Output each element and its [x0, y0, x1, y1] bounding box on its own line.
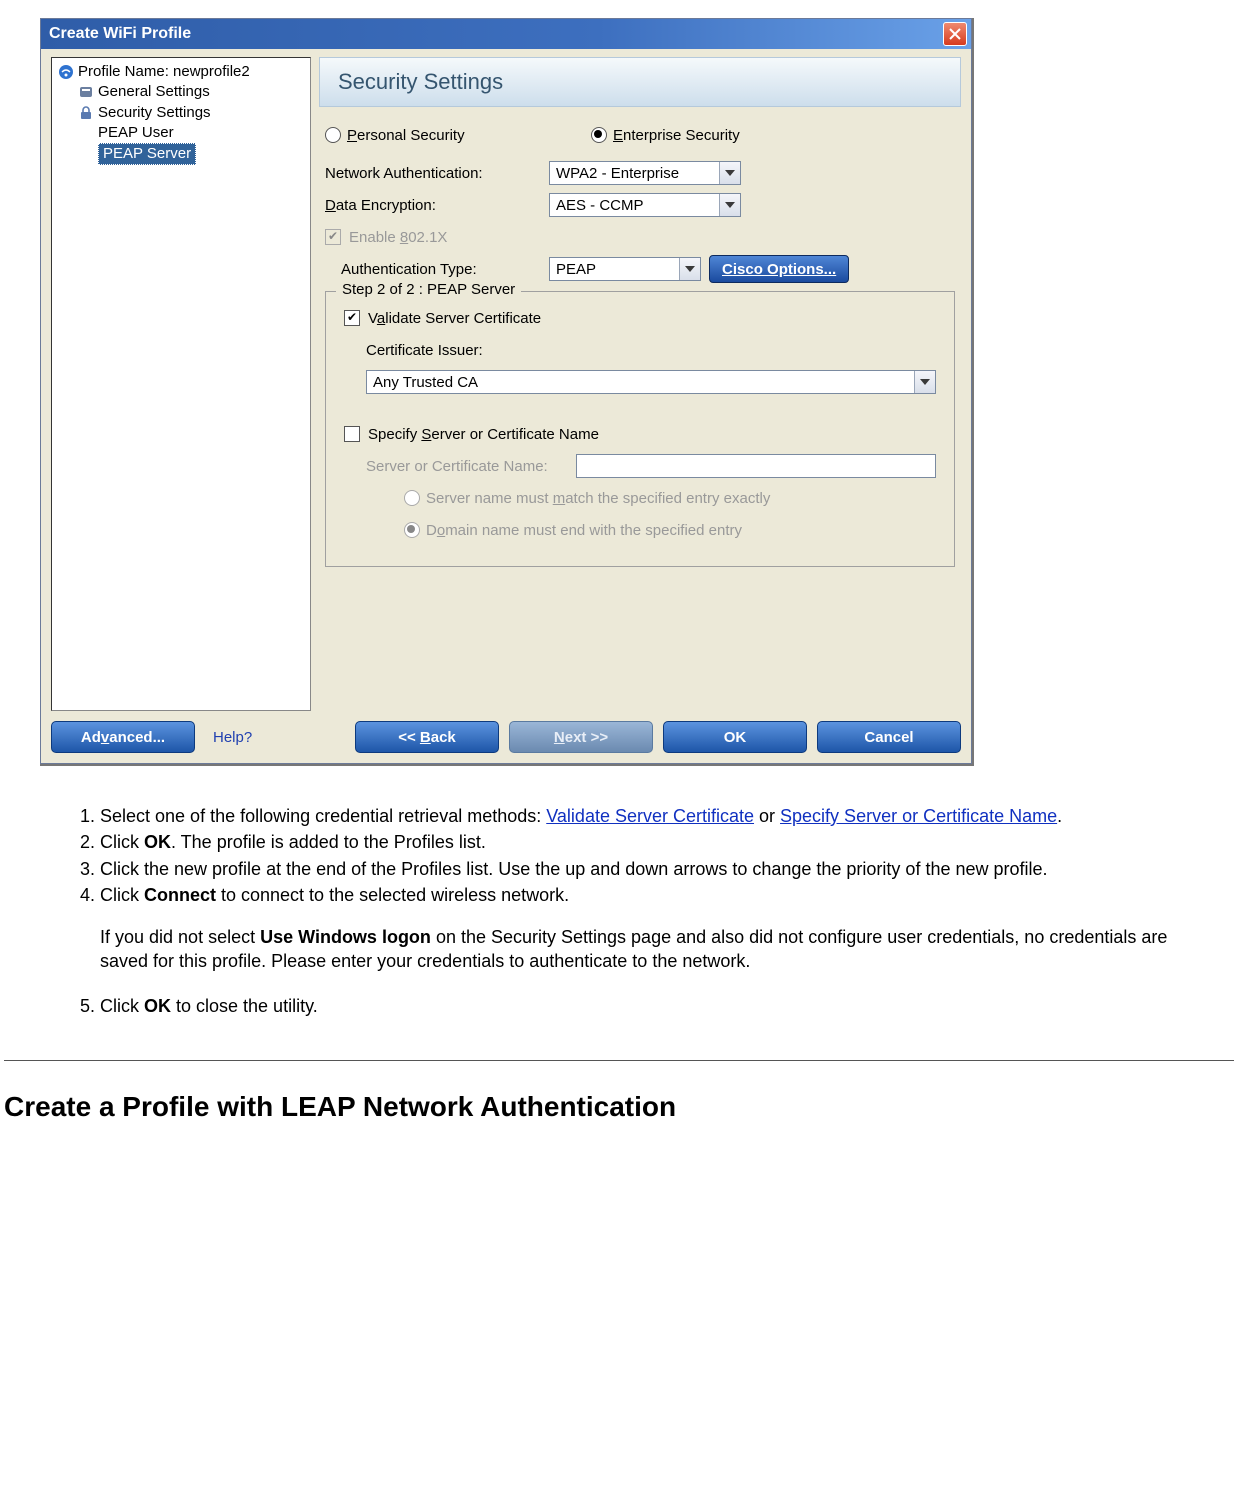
auth-type-select[interactable]: PEAP	[549, 257, 701, 281]
select-value: WPA2 - Enterprise	[550, 165, 719, 182]
personal-security-label: PPersonal Securityersonal Security	[347, 127, 591, 144]
match-suffix-label: Domain name must end with the specified …	[426, 522, 742, 539]
tree-label: PEAP User	[98, 123, 174, 143]
settings-pane: Security Settings PPersonal Securityerso…	[319, 57, 961, 711]
next-button: Next >>	[509, 721, 653, 753]
network-auth-label: Network Authentication:	[325, 165, 549, 182]
settings-icon	[78, 84, 94, 100]
auth-type-label: Authentication Type:	[325, 261, 549, 278]
group-legend: Step 2 of 2 : PEAP Server	[336, 281, 521, 298]
select-value: Any Trusted CA	[367, 374, 914, 391]
tree-peap-server[interactable]: PEAP Server	[52, 143, 310, 165]
tree-label-selected: PEAP Server	[98, 143, 196, 165]
match-exact-radio	[404, 490, 420, 506]
instruction-3: Click the new profile at the end of the …	[100, 857, 1208, 883]
back-button[interactable]: << Back	[355, 721, 499, 753]
network-auth-select[interactable]: WPA2 - Enterprise	[549, 161, 741, 185]
button-label: << Back	[398, 729, 456, 746]
specify-server-label: Specify Server or Certificate Name	[368, 426, 599, 443]
match-suffix-radio	[404, 522, 420, 538]
match-exact-label: Server name must match the specified ent…	[426, 490, 770, 507]
instruction-4: Click Connect to connect to the selected…	[100, 883, 1208, 976]
cert-issuer-label: Certificate Issuer:	[366, 342, 483, 359]
chevron-down-icon	[914, 371, 935, 393]
select-value: AES - CCMP	[550, 197, 719, 214]
tree-peap-user[interactable]: PEAP User	[52, 123, 310, 143]
enterprise-security-label: Enterprise Security	[613, 127, 750, 144]
validate-cert-label: Validate Server Certificate	[368, 310, 541, 327]
wifi-icon	[58, 64, 74, 80]
cancel-button[interactable]: Cancel	[817, 721, 961, 753]
profile-tree[interactable]: Profile Name: newprofile2 General Settin…	[51, 57, 311, 711]
tree-label: Profile Name: newprofile2	[78, 62, 250, 82]
ok-button[interactable]: OK	[663, 721, 807, 753]
validate-cert-link[interactable]: Validate Server Certificate	[546, 806, 754, 826]
select-value: PEAP	[550, 261, 679, 278]
close-button[interactable]	[943, 22, 967, 46]
chevron-down-icon	[679, 258, 700, 280]
validate-cert-checkbox[interactable]	[344, 310, 360, 326]
lock-icon	[78, 105, 94, 121]
specify-server-link[interactable]: Specify Server or Certificate Name	[780, 806, 1057, 826]
cisco-options-button[interactable]: Cisco Options...	[709, 255, 849, 283]
advanced-button[interactable]: Advanced...	[51, 721, 195, 753]
pane-title: Security Settings	[338, 69, 503, 95]
peap-server-group: Step 2 of 2 : PEAP Server Validate Serve…	[325, 291, 955, 567]
tree-label: General Settings	[98, 82, 210, 102]
personal-security-radio[interactable]	[325, 127, 341, 143]
button-label: Cisco Options...	[722, 261, 836, 278]
button-label: Cancel	[864, 729, 913, 746]
server-name-input	[576, 454, 936, 478]
help-link[interactable]: Help?	[213, 729, 252, 746]
chevron-down-icon	[719, 162, 740, 184]
enable-8021x-label: Enable 802.1X	[349, 229, 447, 246]
data-encryption-select[interactable]: AES - CCMP	[549, 193, 741, 217]
create-wifi-profile-dialog: Create WiFi Profile Profile Name: newpro…	[40, 18, 972, 764]
button-label: OK	[724, 729, 747, 746]
section-heading: Create a Profile with LEAP Network Authe…	[0, 1061, 1238, 1123]
tree-label: Security Settings	[98, 103, 211, 123]
instruction-5: Click OK to close the utility.	[100, 994, 1208, 1020]
tree-general-settings[interactable]: General Settings	[52, 82, 310, 102]
titlebar: Create WiFi Profile	[41, 19, 971, 49]
dialog-footer: Advanced... Help? << Back Next >> OK Can…	[51, 721, 961, 753]
close-icon	[949, 28, 961, 40]
instruction-2: Click OK. The profile is added to the Pr…	[100, 830, 1208, 856]
tree-profile-root[interactable]: Profile Name: newprofile2	[52, 62, 310, 82]
enterprise-security-radio[interactable]	[591, 127, 607, 143]
enable-8021x-checkbox	[325, 229, 341, 245]
data-encryption-label: Data Encryption:	[325, 197, 549, 214]
tree-security-settings[interactable]: Security Settings	[52, 103, 310, 123]
cert-issuer-select[interactable]: Any Trusted CA	[366, 370, 936, 394]
pane-header: Security Settings	[319, 57, 961, 107]
instructions: Select one of the following credential r…	[0, 764, 1238, 1020]
instruction-1: Select one of the following credential r…	[100, 804, 1208, 830]
server-name-label: Server or Certificate Name:	[366, 458, 576, 475]
chevron-down-icon	[719, 194, 740, 216]
button-label: Next >>	[554, 729, 608, 746]
specify-server-checkbox[interactable]	[344, 426, 360, 442]
dialog-title: Create WiFi Profile	[49, 25, 191, 43]
button-label: Advanced...	[81, 729, 165, 746]
